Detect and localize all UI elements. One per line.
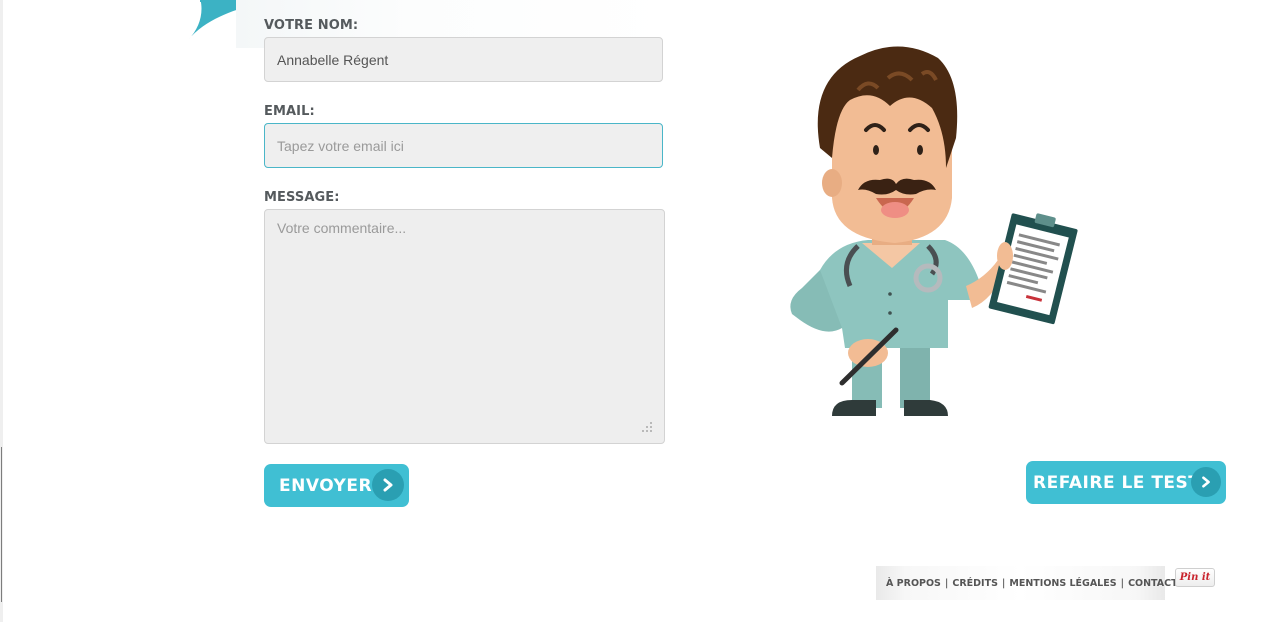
footer-link-credits[interactable]: CRÉDITS: [952, 578, 998, 589]
doctor-illustration: [790, 46, 1078, 416]
email-input[interactable]: [264, 123, 663, 168]
retest-button[interactable]: REFAIRE LE TEST: [1026, 461, 1226, 504]
name-label: VOTRE NOM:: [264, 18, 359, 33]
footer-link-contact[interactable]: CONTACT: [1128, 578, 1178, 589]
message-label: MESSAGE:: [264, 190, 340, 205]
footer-separator: |: [1120, 577, 1125, 589]
left-edge-line: [1, 447, 2, 602]
footer-separator: |: [944, 577, 949, 589]
chevron-right-icon: [1191, 467, 1221, 497]
message-textarea[interactable]: [264, 209, 665, 444]
footer-link-legal[interactable]: MENTIONS LÉGALES: [1009, 578, 1116, 589]
resize-grip-icon[interactable]: [640, 420, 654, 434]
footer-link-about[interactable]: À PROPOS: [886, 578, 941, 589]
email-label: EMAIL:: [264, 104, 315, 119]
footer-separator: |: [1001, 577, 1006, 589]
chevron-right-icon: [372, 469, 404, 501]
send-button[interactable]: ENVOYER: [264, 464, 409, 507]
retest-button-label: REFAIRE LE TEST: [1033, 472, 1201, 493]
send-button-label: ENVOYER: [279, 475, 373, 496]
pinit-button[interactable]: Pin it: [1175, 568, 1215, 587]
page: VOTRE NOM: EMAIL: MESSAGE: ENVOYER REFAI…: [0, 0, 1266, 622]
footer-links: À PROPOS | CRÉDITS | MENTIONS LÉGALES | …: [876, 566, 1178, 600]
name-input[interactable]: [264, 37, 663, 82]
